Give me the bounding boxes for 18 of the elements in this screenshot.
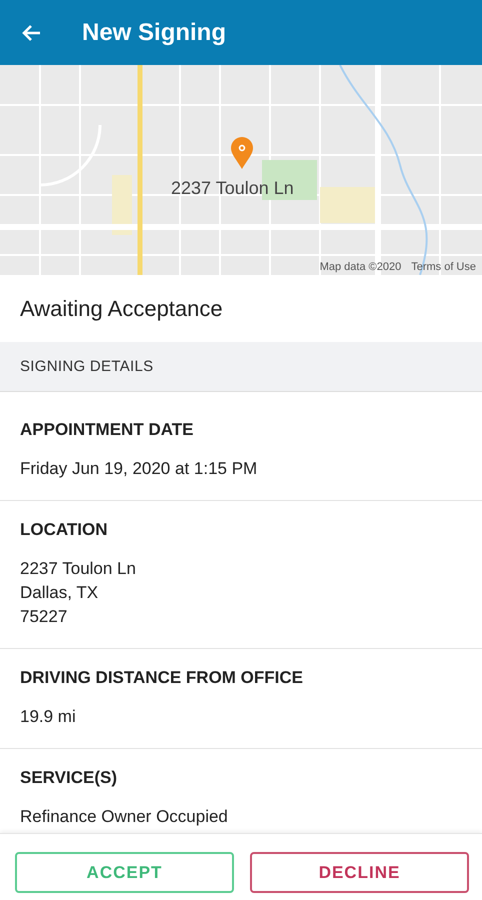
terms-link[interactable]: Terms of Use: [411, 261, 476, 273]
field-value: 2237 Toulon Ln: [20, 558, 137, 580]
map-attribution: Map data ©2020: [320, 261, 402, 273]
field-value: Friday Jun 19, 2020 at 1:15 PM: [20, 458, 258, 480]
screen-title: New Signing: [82, 18, 226, 46]
field-value: 19.9 mi: [20, 706, 77, 728]
field-value: Dallas, TX: [20, 582, 100, 604]
field-value: 75227: [20, 606, 68, 628]
map-pin-icon: [230, 137, 254, 169]
status-text: Awaiting Acceptance: [19, 294, 224, 323]
marker-label: 2237 Toulon Ln: [171, 178, 294, 199]
field-label: SERVICE(S): [20, 767, 118, 789]
field-label: APPOINTMENT DATE: [20, 419, 194, 441]
decline-button[interactable]: DECLINE: [250, 852, 469, 893]
field-label: LOCATION: [20, 519, 109, 541]
field-label: DRIVING DISTANCE FROM OFFICE: [20, 667, 304, 689]
field-value: Refinance Owner Occupied: [20, 806, 229, 828]
section-header: SIGNING DETAILS: [0, 342, 482, 392]
